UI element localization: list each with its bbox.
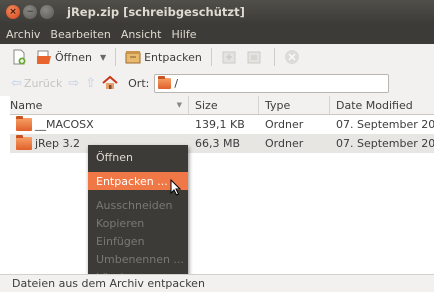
- menu-bar: Archiv Bearbeiten Ansicht Hilfe: [0, 24, 434, 44]
- location-label: Ort:: [128, 76, 150, 90]
- close-icon: ×: [9, 6, 17, 17]
- mouse-cursor-icon: [170, 179, 182, 196]
- location-input[interactable]: /: [154, 73, 390, 93]
- location-bar: ⇦ Zurück ⇨ ⇧ Ort: /: [0, 70, 434, 96]
- title-bar: × − jRep.zip [schreibgeschützt]: [0, 0, 434, 24]
- up-button[interactable]: ⇧: [82, 72, 99, 94]
- toolbar-separator: [115, 48, 117, 66]
- table-row[interactable]: __MACOSX 139,1 KB Ordner 07. September 2…: [10, 115, 434, 134]
- add-folder-button[interactable]: [243, 46, 268, 68]
- cell-type: Ordner: [265, 137, 304, 150]
- add-files-icon: [222, 51, 236, 64]
- column-header-type[interactable]: Type: [259, 96, 330, 114]
- toolbar-separator: [273, 48, 275, 66]
- open-archive-icon: [37, 50, 51, 64]
- context-menu-copy[interactable]: Kopieren: [88, 214, 188, 232]
- menu-bearbeiten[interactable]: Bearbeiten: [48, 28, 112, 41]
- cell-date: 07. September 201…: [336, 118, 434, 131]
- folder-icon: [16, 116, 32, 131]
- cell-size: 66,3 MB: [195, 137, 241, 150]
- extract-button-label: Entpacken: [144, 50, 202, 64]
- menu-hilfe[interactable]: Hilfe: [169, 28, 198, 41]
- context-menu-open[interactable]: Öffnen: [88, 148, 188, 166]
- context-menu-cut[interactable]: Ausschneiden: [88, 196, 188, 214]
- home-button[interactable]: [99, 72, 124, 94]
- stop-button[interactable]: [281, 46, 306, 68]
- location-path: /: [174, 76, 179, 90]
- folder-icon: [16, 135, 32, 150]
- cell-date: 07. September 201…: [336, 137, 434, 150]
- cell-type: Ordner: [265, 118, 304, 131]
- new-archive-button[interactable]: [8, 46, 33, 68]
- new-archive-icon: [13, 49, 26, 65]
- menu-ansicht[interactable]: Ansicht: [119, 28, 164, 41]
- column-header-date[interactable]: Date Modified: [330, 96, 434, 114]
- close-window-button[interactable]: ×: [6, 5, 20, 19]
- folder-icon: [158, 75, 172, 89]
- add-files-button[interactable]: [218, 46, 243, 68]
- minimize-icon: −: [26, 6, 34, 17]
- toolbar-separator: [210, 48, 212, 66]
- chevron-down-icon: ▼: [99, 52, 107, 62]
- cell-name: __MACOSX: [10, 115, 189, 134]
- forward-button[interactable]: ⇨: [65, 72, 82, 94]
- open-button-label: Öffnen: [55, 50, 92, 64]
- maximize-window-button[interactable]: [40, 5, 54, 19]
- context-menu: Öffnen Entpacken ... Ausschneiden Kopier…: [88, 145, 188, 284]
- back-button-label: Zurück: [23, 76, 63, 90]
- minimize-window-button[interactable]: −: [23, 5, 37, 19]
- toolbar: Öffnen ▼ Entpacken: [0, 44, 434, 70]
- sort-descending-icon: ▼: [176, 101, 182, 109]
- menu-archiv[interactable]: Archiv: [4, 28, 42, 41]
- home-icon: [102, 75, 118, 89]
- stop-icon: [284, 50, 299, 64]
- add-folder-icon: [247, 51, 261, 64]
- extract-icon: [125, 51, 141, 64]
- column-header-name[interactable]: Name ▼: [10, 96, 189, 114]
- column-header-size[interactable]: Size: [189, 96, 259, 114]
- back-button[interactable]: ⇦ Zurück: [8, 72, 65, 94]
- context-menu-paste[interactable]: Einfügen: [88, 232, 188, 250]
- arrow-left-icon: ⇦: [11, 75, 22, 91]
- cell-size: 139,1 KB: [195, 118, 245, 131]
- open-dropdown-button[interactable]: ▼: [95, 46, 109, 68]
- file-table: Name ▼ Size Type Date Modified __MACOSX …: [10, 96, 434, 153]
- table-row[interactable]: jRep 3.2 66,3 MB Ordner 07. September 20…: [10, 134, 434, 153]
- table-header: Name ▼ Size Type Date Modified: [10, 96, 434, 115]
- context-menu-rename[interactable]: Umbenennen ...: [88, 250, 188, 268]
- extract-button[interactable]: Entpacken: [122, 46, 205, 68]
- open-button[interactable]: Öffnen: [33, 46, 95, 68]
- status-bar: Dateien aus dem Archiv entpacken: [0, 274, 434, 292]
- arrow-right-icon: ⇨: [68, 75, 80, 91]
- arrow-up-icon: ⇧: [85, 75, 97, 91]
- window-title: jRep.zip [schreibgeschützt]: [67, 5, 245, 19]
- status-text: Dateien aus dem Archiv entpacken: [12, 277, 205, 290]
